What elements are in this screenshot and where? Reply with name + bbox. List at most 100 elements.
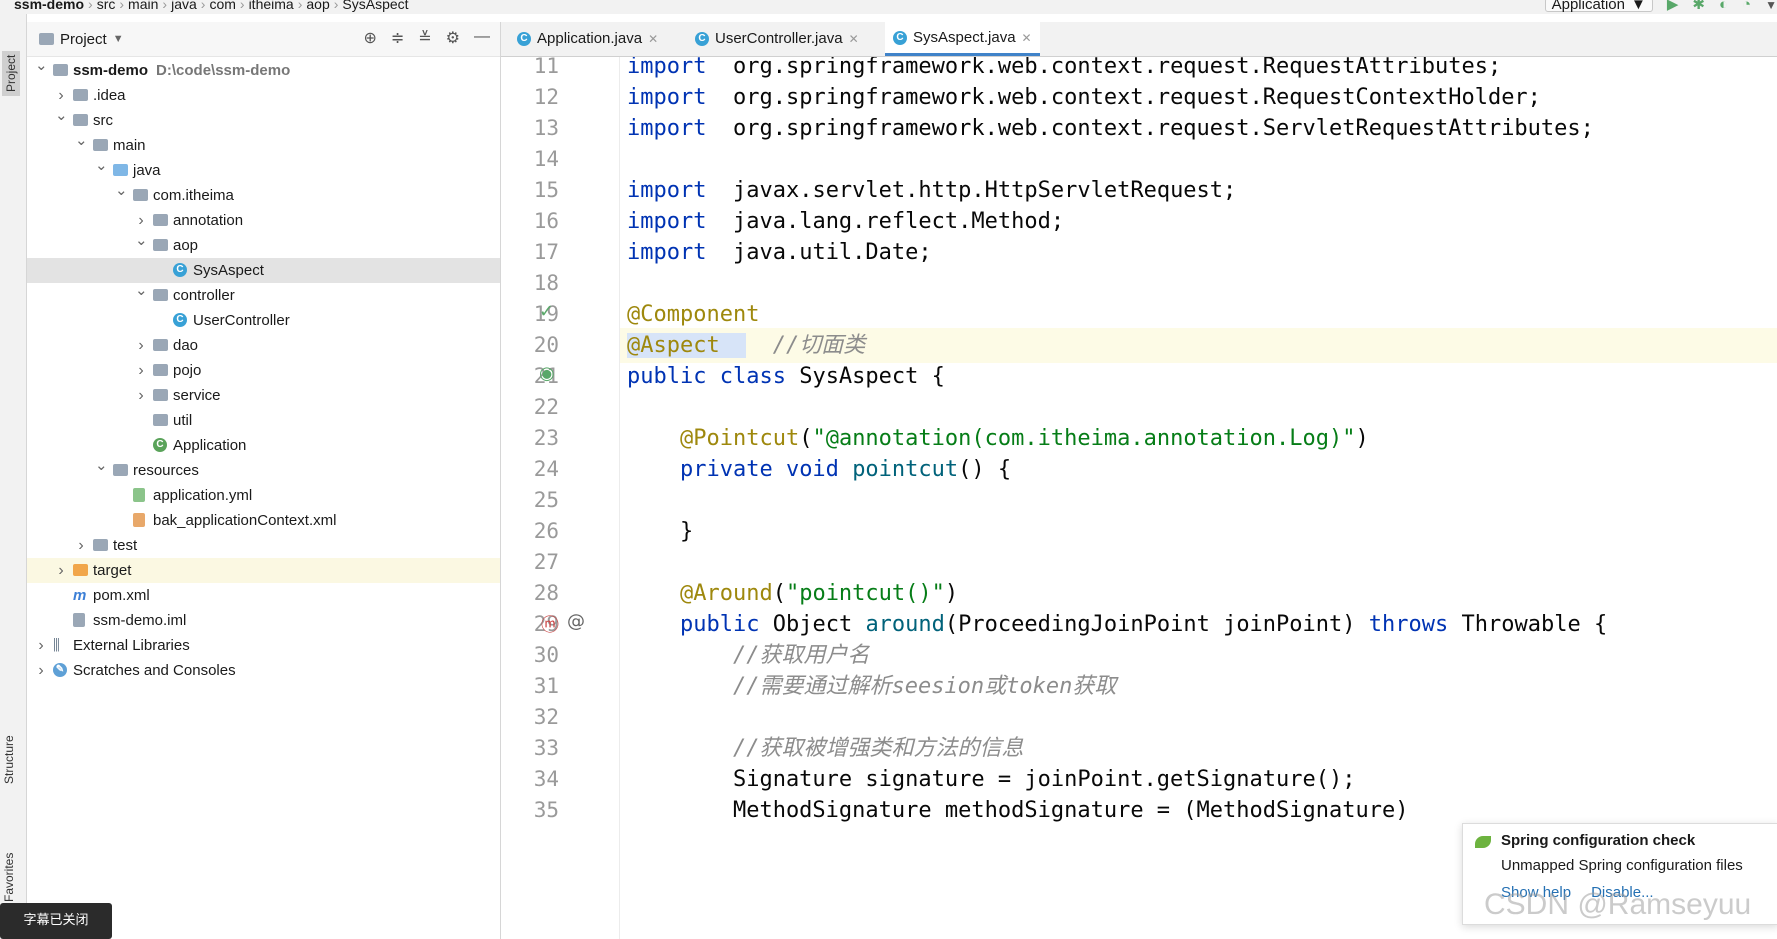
code-line[interactable]: //需要通过解析seesion或token获取 [627,669,1116,704]
code-line[interactable]: } [627,514,693,549]
notification-body: Unmapped Spring configuration files [1501,857,1743,874]
tree-node[interactable]: ⌄ controller [27,282,500,308]
code-line[interactable]: import org.springframework.web.context.r… [627,80,1541,115]
code-line[interactable]: //获取用户名 [627,638,870,673]
code-line[interactable]: @Around("pointcut()") [627,576,958,611]
project-tool-tab[interactable]: Project [2,50,20,96]
spring-bean-icon[interactable]: ◉ [539,363,555,384]
tree-node[interactable]: › ✎ Scratches and Consoles [27,658,500,683]
code-line[interactable]: private void pointcut() { [627,452,1011,487]
code-line[interactable]: public Object around(ProceedingJoinPoint… [627,607,1607,642]
tree-node[interactable]: C SysAspect [27,258,500,283]
tree-node-label: Scratches and Consoles [73,662,236,679]
code-token: @Pointcut [679,426,800,451]
folder-icon [153,389,168,401]
code-line[interactable]: Signature signature = joinPoint.getSigna… [627,762,1356,797]
tree-node[interactable]: bak_applicationContext.xml [27,508,500,533]
debug-icon[interactable]: ✱ [1692,0,1705,12]
tree-node[interactable]: › ⫼ External Libraries [27,633,500,658]
spring-leaf-icon [1475,836,1491,848]
implementing-method-icon[interactable]: ⓜ [541,611,559,637]
code-line[interactable]: import java.lang.reflect.Method; [627,204,1064,239]
tree-node[interactable]: ⌄ java [27,157,500,183]
tree-node[interactable]: C UserController [27,308,500,333]
chevron-down-icon[interactable]: ⌄ [75,128,88,153]
code-view[interactable]: import org.springframework.web.context.r… [619,57,1777,939]
chevron-down-icon[interactable]: ⌄ [35,53,48,78]
breadcrumb[interactable]: ssm-demo › src › main › java › com › itheima › aop › S… [14,0,413,12]
chevron-down-icon[interactable]: ⌄ [95,153,108,178]
at-annotation-icon[interactable]: @ [567,611,585,632]
chevron-right-icon[interactable]: › [135,383,147,408]
breadcrumb-item[interactable]: com [209,0,235,12]
tree-node[interactable]: ⌄ ssm-demo D:\code\ssm-demo [27,57,500,83]
tree-node[interactable]: › dao [27,333,500,358]
coverage-icon[interactable]: ◐ [1719,0,1728,12]
code-line[interactable]: public class SysAspect { [627,359,945,394]
tree-node[interactable]: application.yml [27,483,500,508]
folder-icon [73,89,88,101]
project-view-selector[interactable]: Project ▼ [39,31,124,48]
run-icon[interactable]: ▶ [1667,0,1679,12]
tree-node[interactable]: util [27,408,500,433]
locate-icon[interactable]: ⊕ [363,28,376,48]
tree-node[interactable]: m pom.xml [27,583,500,608]
gear-icon[interactable]: ⚙ [446,28,460,48]
close-icon[interactable]: ✕ [849,32,859,46]
tree-node[interactable]: ⌄ src [27,107,500,133]
editor-tab[interactable]: C UserController.java ✕ [687,22,867,55]
tree-node-label: service [173,387,221,404]
scratches-icon: ✎ [53,663,67,677]
code-line[interactable]: @Aspect //切面类 [627,328,865,363]
chevron-down-icon[interactable]: ⌄ [135,278,148,303]
close-icon[interactable]: ✕ [1022,31,1032,45]
chevron-right-icon[interactable]: › [135,358,147,383]
structure-tool-tab[interactable]: Structure [2,735,16,784]
tree-node[interactable]: › target [27,558,500,583]
chevron-right-icon[interactable]: › [35,633,47,658]
profile-icon[interactable]: ◔ [1742,0,1751,12]
code-line[interactable]: import javax.servlet.http.HttpServletReq… [627,173,1236,208]
subtitle-badge[interactable]: 字幕已关闭 [0,903,112,939]
breadcrumb-item[interactable]: java [171,0,197,12]
tree-node[interactable]: ⌄ resources [27,457,500,483]
hide-icon[interactable]: — [474,28,490,48]
code-line[interactable]: import java.util.Date; [627,235,932,270]
chevron-right-icon[interactable]: › [135,333,147,358]
tree-node[interactable]: ⌄ com.itheima [27,182,500,208]
chevron-right-icon[interactable]: › [75,533,87,558]
tree-node[interactable]: › annotation [27,208,500,233]
tree-node[interactable]: › .idea [27,83,500,108]
tree-node[interactable]: ⌄ aop [27,232,500,258]
chevron-down-icon[interactable]: ⌄ [95,453,108,478]
chevron-down-icon[interactable]: ⌄ [135,228,148,253]
breadcrumb-item[interactable]: SysAspect [342,0,408,12]
line-number: 31 [533,674,559,698]
collapse-all-icon[interactable]: ≚ [418,28,431,48]
code-line[interactable]: MethodSignature methodSignature = (Metho… [627,793,1409,828]
spring-bean-icon[interactable]: ✓ [539,301,554,322]
chevron-down-icon[interactable]: ⌄ [55,103,68,128]
close-icon[interactable]: ✕ [648,32,658,46]
code-line[interactable]: //获取被增强类和方法的信息 [627,731,1024,766]
chevron-right-icon[interactable]: › [35,658,47,683]
tree-node[interactable]: › service [27,383,500,408]
breadcrumb-item[interactable]: main [128,0,158,12]
breadcrumb-item[interactable]: src [97,0,116,12]
editor-tab[interactable]: C SysAspect.java ✕ [885,22,1040,56]
code-line[interactable]: @Component [627,297,759,332]
chevron-right-icon[interactable]: › [55,558,67,583]
more-run-options-icon[interactable]: ▼ [1765,0,1777,11]
run-configuration-select[interactable]: Application ▼ [1544,0,1653,12]
expand-all-icon[interactable]: ≑ [391,28,404,48]
code-line[interactable]: @Pointcut("@annotation(com.itheima.annot… [627,421,1369,456]
breadcrumb-item[interactable]: ssm-demo [14,0,84,12]
breadcrumb-item[interactable]: itheima [249,0,294,12]
tree-node[interactable]: › pojo [27,358,500,383]
chevron-down-icon[interactable]: ⌄ [115,178,128,203]
breadcrumb-item[interactable]: aop [306,0,329,12]
tree-node[interactable]: › test [27,533,500,558]
code-line[interactable]: import org.springframework.web.context.r… [627,111,1594,146]
tree-node[interactable]: ssm-demo.iml [27,608,500,633]
favorites-tool-tab[interactable]: Favorites [2,853,16,902]
